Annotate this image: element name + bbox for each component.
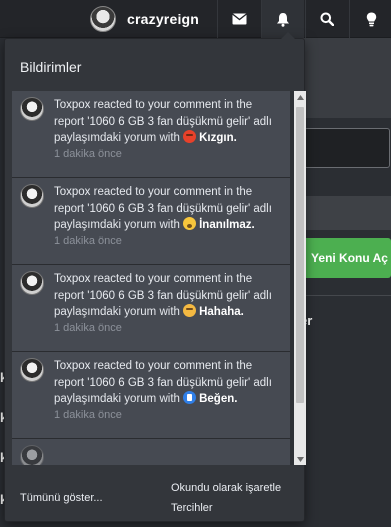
notification-action: reacted to <box>93 273 145 285</box>
notification-reaction: Beğen. <box>199 393 238 405</box>
top-navbar: crazyreign <box>0 0 391 38</box>
notification-action: reacted to <box>93 99 145 111</box>
user-avatar[interactable] <box>90 6 116 32</box>
notification-target-link[interactable]: your comment <box>148 99 221 111</box>
notification-user[interactable]: Toxpox <box>54 360 90 372</box>
notification-text: Toxpox reacted to your comment in the re… <box>54 271 284 321</box>
chevron-down-icon <box>296 456 304 462</box>
notification-item[interactable] <box>12 439 290 465</box>
mark-read-link[interactable]: Okundu olarak işaretle <box>171 482 281 494</box>
notification-scrollbar[interactable] <box>294 91 306 465</box>
notification-item[interactable]: Toxpox reacted to your comment in the re… <box>12 265 290 352</box>
notification-user[interactable]: Toxpox <box>54 273 90 285</box>
notification-avatar[interactable] <box>20 445 44 465</box>
dropdown-title: Bildirimler <box>20 59 82 75</box>
notification-text: Toxpox reacted to your comment in the re… <box>54 97 284 147</box>
notification-reaction: İnanılmaz. <box>199 219 255 231</box>
notification-time: 1 dakika önce <box>54 147 122 160</box>
notification-target-link[interactable]: your comment <box>148 360 221 372</box>
angry-emoji-icon <box>183 130 197 143</box>
notification-text: Toxpox reacted to your comment in the re… <box>54 184 284 234</box>
notification-user[interactable]: Toxpox <box>54 99 90 111</box>
page-background-block <box>300 38 391 118</box>
lightbulb-icon <box>366 12 376 26</box>
scroll-down-arrow[interactable] <box>294 453 306 465</box>
scroll-up-arrow[interactable] <box>294 91 306 103</box>
scrollbar-thumb[interactable] <box>296 107 304 403</box>
search-icon <box>320 12 334 26</box>
notification-time: 1 dakika önce <box>54 234 122 247</box>
notification-report-title[interactable]: '1060 6 GB 3 fan düşükmü gelir' <box>87 116 250 128</box>
background-input <box>304 128 390 168</box>
bell-icon <box>277 12 289 27</box>
envelope-icon <box>231 13 247 25</box>
wow-emoji-icon <box>183 217 197 230</box>
notification-target-link[interactable]: your comment <box>148 186 221 198</box>
notification-avatar[interactable] <box>20 271 44 295</box>
notification-avatar[interactable] <box>20 184 44 208</box>
notification-avatar[interactable] <box>20 97 44 121</box>
notification-action: reacted to <box>93 186 145 198</box>
page-background-band <box>300 196 391 230</box>
notification-list[interactable]: Toxpox reacted to your comment in the re… <box>12 91 306 465</box>
like-emoji-icon <box>183 391 197 404</box>
notification-report-title[interactable]: '1060 6 GB 3 fan düşükmü gelir' <box>87 377 250 389</box>
username[interactable]: crazyreign <box>127 11 199 27</box>
notification-target-link[interactable]: your comment <box>148 273 221 285</box>
notification-reaction: Kızgın. <box>199 132 237 144</box>
style-toggle-button[interactable] <box>349 0 391 38</box>
laughing-emoji-icon <box>183 304 197 317</box>
notification-user[interactable]: Toxpox <box>54 186 90 198</box>
notifications-dropdown: Bildirimler Toxpox reacted to your comme… <box>4 32 306 522</box>
notification-report-title[interactable]: '1060 6 GB 3 fan düşükmü gelir' <box>87 203 250 215</box>
notification-item[interactable]: Toxpox reacted to your comment in the re… <box>12 352 290 439</box>
notification-text: Toxpox reacted to your comment in the re… <box>54 358 284 408</box>
notification-item[interactable]: Toxpox reacted to your comment in the re… <box>12 91 290 178</box>
notification-avatar[interactable] <box>20 358 44 382</box>
notification-item[interactable]: Toxpox reacted to your comment in the re… <box>12 178 290 265</box>
notification-time: 1 dakika önce <box>54 321 122 334</box>
background-divider <box>300 295 391 296</box>
messages-button[interactable] <box>217 0 260 38</box>
dropdown-caret <box>281 32 295 39</box>
new-thread-button[interactable]: Yeni Konu Aç <box>300 238 391 278</box>
chevron-up-icon <box>296 94 304 100</box>
dropdown-footer: Tümünü göster... Okundu olarak işaretle … <box>5 469 304 521</box>
notification-action: reacted to <box>93 360 145 372</box>
user-menu[interactable]: crazyreign <box>90 0 199 38</box>
preferences-link[interactable]: Tercihler <box>171 502 213 514</box>
notification-report-title[interactable]: '1060 6 GB 3 fan düşükmü gelir' <box>87 290 250 302</box>
notification-reaction: Hahaha. <box>199 306 244 318</box>
show-all-link[interactable]: Tümünü göster... <box>20 492 103 504</box>
search-button[interactable] <box>305 0 348 38</box>
notification-time: 1 dakika önce <box>54 408 122 421</box>
